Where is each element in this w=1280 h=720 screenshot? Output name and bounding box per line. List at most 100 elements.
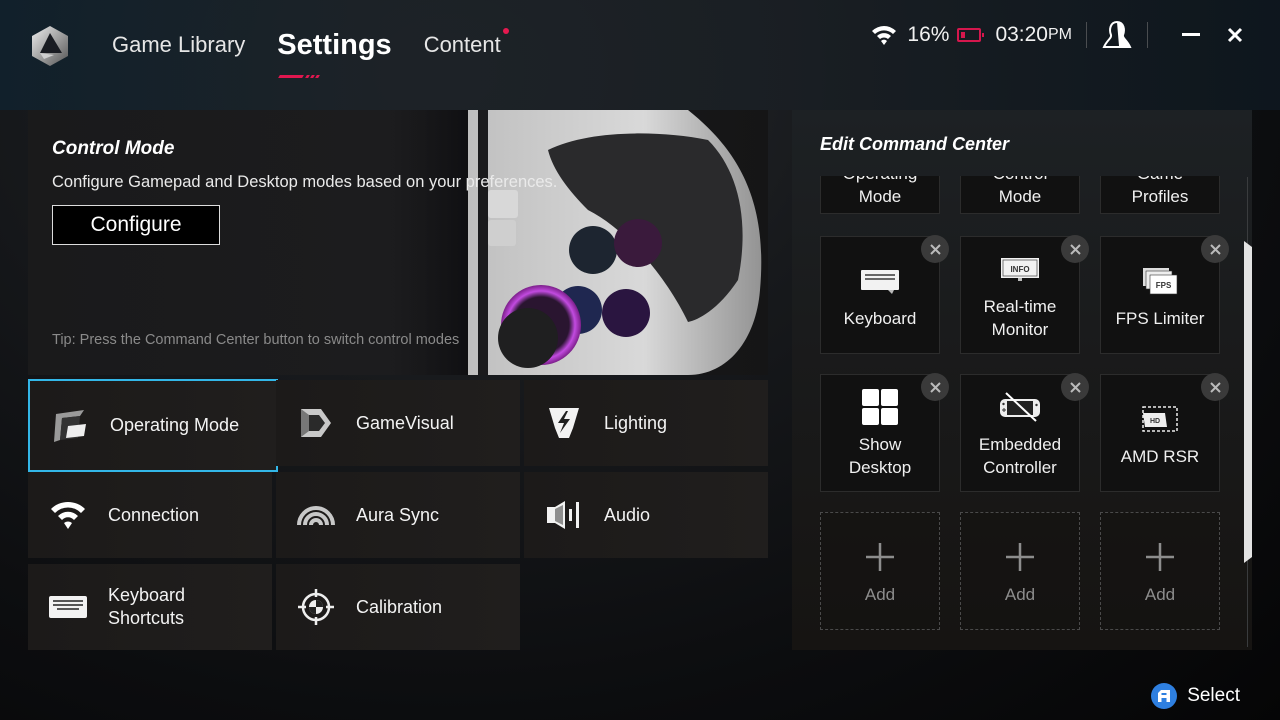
close-icon xyxy=(1069,243,1081,255)
tab-settings-label: Settings xyxy=(277,28,392,61)
cc-tile-real-time-monitor[interactable]: INFO Real-time Monitor xyxy=(960,235,1089,354)
tile-label: Audio xyxy=(604,504,651,525)
tab-settings[interactable]: Settings xyxy=(277,28,392,78)
tile-label: Real-time Monitor xyxy=(983,297,1057,339)
gamevisual-icon xyxy=(276,380,356,466)
settings-tile-gamevisual[interactable]: GameVisual xyxy=(276,380,520,466)
app-logo-icon xyxy=(32,26,68,66)
remove-button[interactable] xyxy=(921,373,949,401)
battery-low-icon xyxy=(957,28,985,42)
remove-button[interactable] xyxy=(921,235,949,263)
scrollbar-thumb[interactable] xyxy=(1244,241,1252,563)
controller-disabled-icon xyxy=(998,387,1042,427)
aura-sync-icon xyxy=(276,472,356,558)
tile-label: Show Desktop xyxy=(848,435,912,477)
tile-label: Connection xyxy=(108,504,200,525)
tile-label: Aura Sync xyxy=(356,504,440,525)
close-icon xyxy=(1227,27,1243,43)
minimize-button[interactable] xyxy=(1176,20,1206,50)
tile-label: Calibration xyxy=(356,596,443,617)
tile-label: Game Profiles xyxy=(1131,176,1189,206)
command-center-grid: Operating Mode Control Mode Game Profile… xyxy=(792,176,1232,646)
clock-time: 03:20 xyxy=(995,23,1048,46)
icon-text: FPS xyxy=(1156,281,1172,290)
battery-percent: 16% xyxy=(907,23,950,46)
add-label: Add xyxy=(1144,584,1176,604)
tile-label: Control Mode xyxy=(993,176,1048,206)
remove-button[interactable] xyxy=(1061,235,1089,263)
plus-icon xyxy=(865,537,895,577)
control-mode-title: Control Mode xyxy=(52,138,175,159)
tile-label: GameVisual xyxy=(356,412,454,433)
close-button[interactable] xyxy=(1220,20,1250,50)
remove-button[interactable] xyxy=(1201,373,1229,401)
cc-tile-fps-limiter[interactable]: FPS FPS Limiter xyxy=(1100,235,1229,354)
command-center-panel: Edit Command Center Operating Mode Contr… xyxy=(792,110,1252,650)
close-icon xyxy=(1209,243,1221,255)
cc-tile-game-profiles[interactable]: Game Profiles xyxy=(1100,176,1220,214)
cc-tile-operating-mode[interactable]: Operating Mode xyxy=(820,176,940,214)
tab-content-label: Content xyxy=(423,32,501,57)
fps-icon: FPS xyxy=(1141,261,1179,301)
a-button-icon xyxy=(1151,683,1178,709)
cc-tile-embedded-controller[interactable]: Embedded Controller xyxy=(960,373,1089,492)
settings-tile-operating-mode[interactable]: Operating Mode xyxy=(28,379,278,472)
plus-icon xyxy=(1145,537,1175,577)
info-monitor-icon: INFO xyxy=(1000,249,1040,289)
hd-upscale-icon: HD xyxy=(1141,399,1179,439)
wifi-icon xyxy=(872,26,897,45)
tile-label: Operating Mode xyxy=(843,176,918,206)
cc-tile-keyboard[interactable]: Keyboard xyxy=(820,235,949,354)
wifi-icon xyxy=(28,472,108,558)
minimize-icon xyxy=(1182,33,1200,36)
cc-add-slot[interactable]: Add xyxy=(820,512,940,630)
clock-ampm: PM xyxy=(1048,26,1072,43)
tile-label: Keyboard Shortcuts xyxy=(108,585,186,628)
remove-button[interactable] xyxy=(1061,373,1089,401)
remove-button[interactable] xyxy=(1201,235,1229,263)
windows-icon xyxy=(862,387,898,427)
keyboard-icon xyxy=(860,261,900,301)
operating-mode-icon xyxy=(30,383,110,469)
control-mode-tip: Tip: Press the Command Center button to … xyxy=(52,332,460,348)
notification-dot xyxy=(502,28,509,34)
tile-label: AMD RSR xyxy=(1120,446,1200,466)
cc-tile-show-desktop[interactable]: Show Desktop xyxy=(820,373,949,492)
settings-tile-keyboard-shortcuts[interactable]: Keyboard Shortcuts xyxy=(28,564,272,650)
close-icon xyxy=(1069,381,1081,393)
cc-add-slot[interactable]: Add xyxy=(960,512,1080,630)
tile-label: Lighting xyxy=(604,412,668,433)
cc-add-slot[interactable]: Add xyxy=(1100,512,1220,630)
divider xyxy=(1147,22,1148,48)
settings-tile-connection[interactable]: Connection xyxy=(28,472,272,558)
cc-tile-control-mode[interactable]: Control Mode xyxy=(960,176,1080,214)
select-label: Select xyxy=(1187,685,1240,706)
command-center-title: Edit Command Center xyxy=(820,134,1010,154)
icon-text: HD xyxy=(1150,418,1160,425)
main-nav: Game Library Settings Content xyxy=(112,0,533,90)
settings-tile-aura-sync[interactable]: Aura Sync xyxy=(276,472,520,558)
close-icon xyxy=(929,381,941,393)
user-icon[interactable] xyxy=(1101,20,1133,50)
tab-content[interactable]: Content xyxy=(423,28,509,58)
plus-icon xyxy=(1005,537,1035,577)
tile-label: Operating Mode xyxy=(110,415,240,435)
settings-tile-audio[interactable]: Audio xyxy=(524,472,768,558)
settings-tile-calibration[interactable]: Calibration xyxy=(276,564,520,650)
close-icon xyxy=(1209,381,1221,393)
cc-tile-amd-rsr[interactable]: HD AMD RSR xyxy=(1100,373,1229,492)
configure-button[interactable]: Configure xyxy=(52,205,220,245)
keyboard-icon xyxy=(28,564,108,650)
active-tab-indicator xyxy=(277,74,321,79)
control-mode-card: Control Mode Configure Gamepad and Deskt… xyxy=(28,110,768,375)
divider xyxy=(1086,22,1087,48)
settings-tile-lighting[interactable]: Lighting xyxy=(524,380,768,466)
speaker-icon xyxy=(524,472,604,558)
select-hint: Select xyxy=(1151,683,1240,709)
tile-label: Keyboard xyxy=(843,308,917,328)
add-label: Add xyxy=(1004,584,1036,604)
lighting-icon xyxy=(524,380,604,466)
add-label: Add xyxy=(864,584,896,604)
tab-game-library[interactable]: Game Library xyxy=(112,32,245,58)
tile-label: Embedded Controller xyxy=(978,435,1062,477)
